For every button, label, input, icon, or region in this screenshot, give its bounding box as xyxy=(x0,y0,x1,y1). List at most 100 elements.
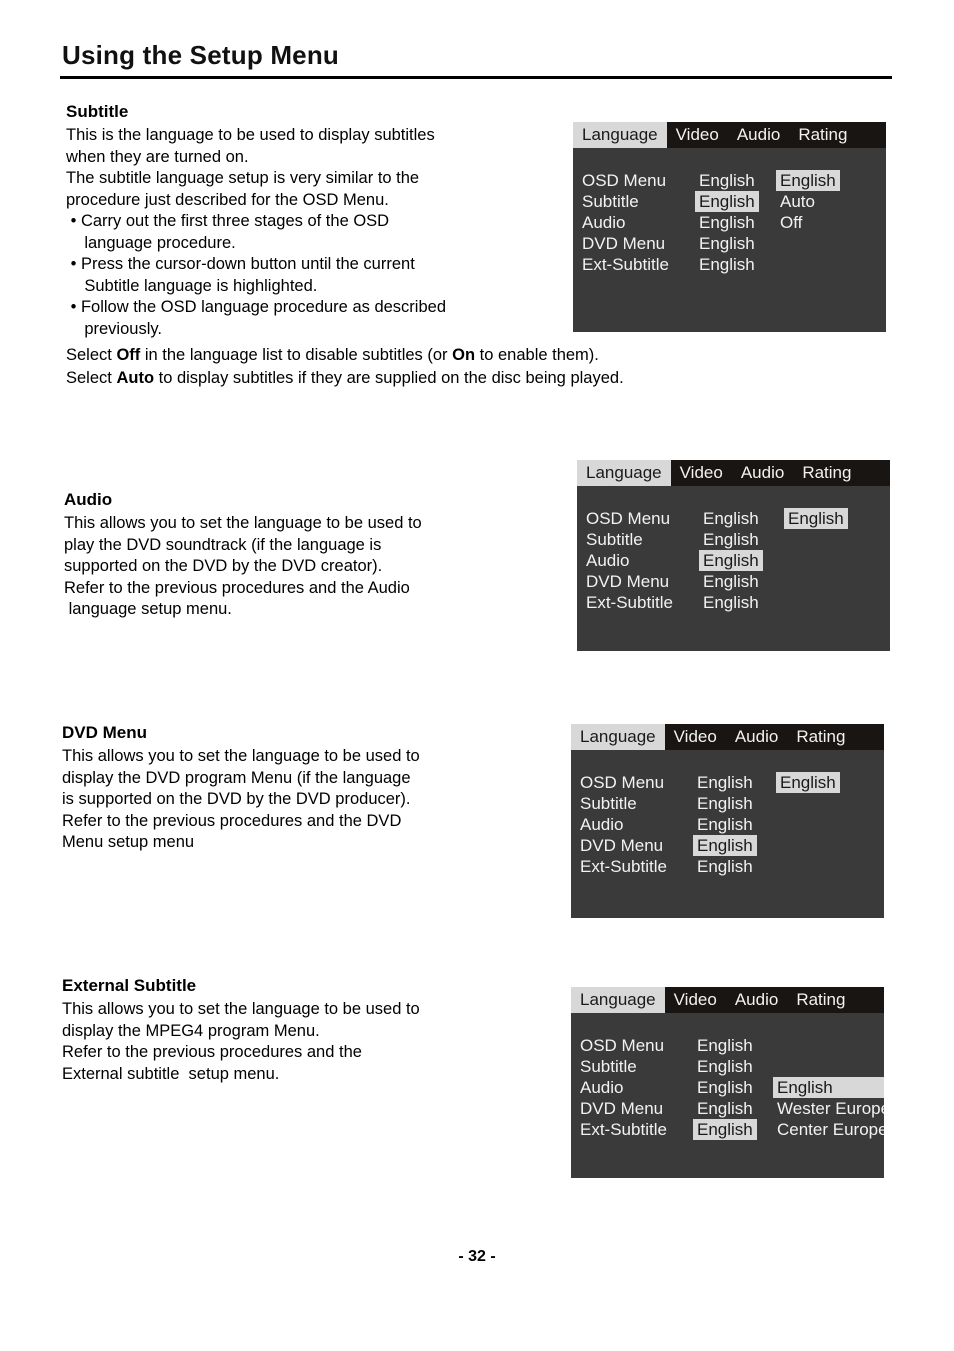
page-number: - 32 - xyxy=(458,1248,496,1265)
osd-row-label: OSD Menu xyxy=(586,509,671,528)
osd-row-label: OSD Menu xyxy=(582,171,667,190)
body-line: play the DVD soundtrack (if the language… xyxy=(64,535,382,554)
body-line: External subtitle setup menu. xyxy=(62,1064,280,1083)
osd-row-value[interactable]: English xyxy=(693,1056,757,1077)
osd-dropdown-option[interactable]: Auto xyxy=(776,191,840,212)
osd-tab-language[interactable]: Language xyxy=(571,724,665,750)
osd-tab-rating[interactable]: Rating xyxy=(789,122,856,148)
osd-dropdown-option-selected[interactable]: English xyxy=(784,508,848,529)
osd-row-value[interactable]: English xyxy=(693,856,757,877)
select-auto-line: Select Auto to display subtitles if they… xyxy=(66,367,866,390)
osd-dropdown-option-selected[interactable]: English xyxy=(773,1077,884,1098)
osd-row-label: Subtitle xyxy=(580,1057,637,1076)
osd-row-label: Ext-Subtitle xyxy=(582,255,669,274)
select-off-keyword: Off xyxy=(116,346,141,364)
osd-dropdown-option[interactable]: Wester Europe xyxy=(773,1098,884,1119)
body-line: Refer to the previous procedures and the… xyxy=(62,811,402,830)
osd-row-label: Subtitle xyxy=(580,794,637,813)
osd-tab-video[interactable]: Video xyxy=(667,122,728,148)
osd-tab-language[interactable]: Language xyxy=(577,460,671,486)
osd-row-value[interactable]: English xyxy=(693,793,757,814)
osd-row-value[interactable]: English xyxy=(695,254,759,275)
osd-language-dropdown[interactable]: English xyxy=(784,508,848,529)
osd-tab-rating[interactable]: Rating xyxy=(787,987,854,1013)
body-line: This allows you to set the language to b… xyxy=(62,747,420,765)
osd-row-value[interactable]: English xyxy=(699,529,763,550)
osd-row-dvd-menu[interactable]: DVD Menu English xyxy=(577,571,890,592)
osd-row-value[interactable]: English xyxy=(693,1035,757,1056)
osd-row-value[interactable]: English xyxy=(693,814,757,835)
osd-row-label: Audio xyxy=(582,213,626,232)
osd-tab-audio[interactable]: Audio xyxy=(728,122,789,148)
osd-row-value[interactable]: English xyxy=(695,170,759,191)
osd-row-osd-menu[interactable]: OSD Menu English xyxy=(571,1035,884,1056)
section-heading-dvd-menu: DVD Menu xyxy=(62,723,147,742)
osd-tab-video[interactable]: Video xyxy=(671,460,732,486)
osd-language-dropdown[interactable]: English Wester Europe Center Europe xyxy=(773,1077,884,1140)
osd-row-value[interactable]: English xyxy=(699,508,763,529)
bullet-line: • Press the cursor-down button until the… xyxy=(66,255,415,273)
osd-tab-audio[interactable]: Audio xyxy=(726,724,787,750)
osd-row-audio[interactable]: Audio English xyxy=(571,814,884,835)
osd-tab-audio[interactable]: Audio xyxy=(726,987,787,1013)
osd-tab-language[interactable]: Language xyxy=(571,987,665,1013)
section-body-subtitle: This is the language to be used to displ… xyxy=(66,125,566,340)
section-heading-subtitle: Subtitle xyxy=(66,102,129,121)
section-body-dvd-menu: This allows you to set the language to b… xyxy=(62,746,562,854)
section-audio: Audio This allows you to set the languag… xyxy=(64,489,564,621)
osd-row-label: Subtitle xyxy=(586,530,643,549)
osd-row-value-selected[interactable]: English xyxy=(699,550,763,571)
osd-row-value-selected[interactable]: English xyxy=(695,191,759,212)
osd-row-label: Ext-Subtitle xyxy=(586,593,673,612)
osd-tab-rating[interactable]: Rating xyxy=(793,460,860,486)
osd-row-value[interactable]: English xyxy=(693,1077,757,1098)
bullet-line: language procedure. xyxy=(66,233,236,252)
osd-row-audio[interactable]: Audio English xyxy=(577,550,890,571)
osd-row-ext-subtitle[interactable]: Ext-Subtitle English xyxy=(571,856,884,877)
select-off-line: Select Off in the language list to disab… xyxy=(66,344,866,367)
osd-tab-language[interactable]: Language xyxy=(573,122,667,148)
osd-dropdown-option[interactable]: Center Europe xyxy=(773,1119,884,1140)
osd-row-label: Audio xyxy=(580,1078,624,1097)
osd-dropdown-option[interactable]: Off xyxy=(776,212,840,233)
osd-row-value[interactable]: English xyxy=(695,212,759,233)
osd-row-value[interactable]: English xyxy=(693,772,757,793)
osd-row-ext-subtitle[interactable]: Ext-Subtitle English xyxy=(577,592,890,613)
osd-language-dropdown[interactable]: English xyxy=(776,772,840,793)
osd-body: OSD Menu English Subtitle English Audio … xyxy=(571,750,884,918)
osd-tab-rating[interactable]: Rating xyxy=(787,724,854,750)
osd-row-value-selected[interactable]: English xyxy=(693,835,757,856)
osd-row-value[interactable]: English xyxy=(693,1098,757,1119)
page-title: Using the Setup Menu xyxy=(62,40,339,70)
osd-row-subtitle[interactable]: Subtitle English xyxy=(577,529,890,550)
body-line: display the MPEG4 program Menu. xyxy=(62,1021,320,1040)
osd-row-dvd-menu[interactable]: DVD Menu English xyxy=(571,835,884,856)
osd-tab-video[interactable]: Video xyxy=(665,724,726,750)
osd-body: OSD Menu English Subtitle English Audio … xyxy=(577,486,890,651)
osd-row-subtitle[interactable]: Subtitle English xyxy=(571,1056,884,1077)
body-line: when they are turned on. xyxy=(66,147,249,166)
osd-row-value[interactable]: English xyxy=(699,592,763,613)
osd-row-value[interactable]: English xyxy=(695,233,759,254)
bullet-line: • Follow the OSD language procedure as d… xyxy=(66,298,446,316)
osd-row-label: DVD Menu xyxy=(580,1099,664,1118)
osd-row-value-selected[interactable]: English xyxy=(693,1119,757,1140)
osd-row-subtitle[interactable]: Subtitle English xyxy=(571,793,884,814)
osd-language-dropdown[interactable]: English Auto Off xyxy=(776,170,840,233)
subtitle-select-notes: Select Off in the language list to disab… xyxy=(66,344,866,390)
osd-tab-video[interactable]: Video xyxy=(665,987,726,1013)
osd-dropdown-option-selected[interactable]: English xyxy=(776,170,840,191)
select-on-keyword: On xyxy=(452,346,476,364)
body-line: procedure just described for the OSD Men… xyxy=(66,190,389,209)
osd-tab-audio[interactable]: Audio xyxy=(732,460,793,486)
osd-dropdown-option-selected[interactable]: English xyxy=(776,772,840,793)
osd-body: OSD Menu English Subtitle English Audio … xyxy=(571,1013,884,1178)
osd-row-ext-subtitle[interactable]: Ext-Subtitle English xyxy=(573,254,886,275)
bullet-line: previously. xyxy=(66,319,162,338)
osd-row-label: OSD Menu xyxy=(580,1036,665,1055)
osd-row-dvd-menu[interactable]: DVD Menu English xyxy=(573,233,886,254)
osd-row-value[interactable]: English xyxy=(699,571,763,592)
section-body-audio: This allows you to set the language to b… xyxy=(64,513,564,621)
osd-tabbar: Language Video Audio Rating xyxy=(573,122,886,148)
osd-panel-audio: Language Video Audio Rating OSD Menu Eng… xyxy=(577,460,890,651)
